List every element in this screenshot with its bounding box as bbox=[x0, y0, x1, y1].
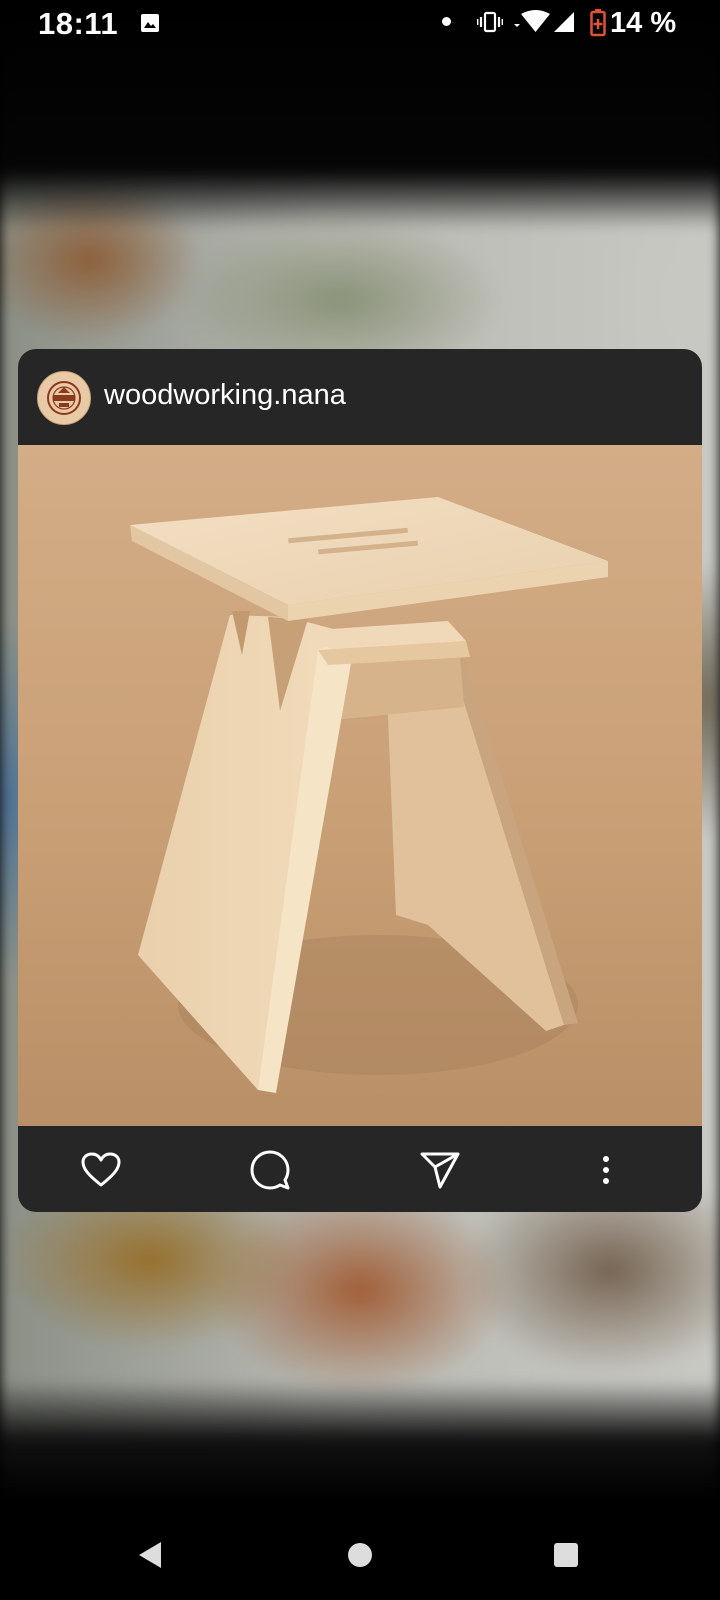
share-icon bbox=[420, 1152, 460, 1189]
profile-avatar[interactable] bbox=[37, 371, 91, 425]
notification-dot bbox=[442, 17, 451, 26]
woodworking-logo-icon bbox=[47, 381, 81, 415]
share-button[interactable] bbox=[418, 1148, 462, 1192]
post-photo[interactable] bbox=[18, 445, 702, 1126]
battery-percent: 14 % bbox=[610, 7, 677, 39]
back-icon bbox=[139, 1542, 161, 1568]
recents-icon bbox=[554, 1543, 578, 1567]
more-icon bbox=[603, 1156, 609, 1184]
nav-back-button[interactable] bbox=[130, 1535, 170, 1575]
signal-icon bbox=[554, 12, 574, 32]
status-bar: 18:11 14 % bbox=[0, 0, 720, 50]
heart-icon bbox=[81, 1152, 121, 1187]
nav-home-button[interactable] bbox=[340, 1535, 380, 1575]
post-header: woodworking.nana bbox=[18, 349, 702, 445]
battery-charging-icon bbox=[590, 9, 606, 37]
comment-icon bbox=[250, 1150, 290, 1190]
post-username[interactable]: woodworking.nana bbox=[104, 379, 346, 412]
post-actions-bar bbox=[18, 1126, 702, 1212]
comment-button[interactable] bbox=[248, 1148, 292, 1192]
more-options-button[interactable] bbox=[584, 1148, 628, 1192]
wifi-icon bbox=[514, 10, 550, 32]
home-icon bbox=[348, 1543, 372, 1567]
nav-recents-button[interactable] bbox=[546, 1535, 586, 1575]
status-time: 18:11 bbox=[38, 6, 119, 41]
vibrate-icon bbox=[477, 11, 503, 33]
gallery-icon bbox=[141, 14, 159, 32]
system-navigation-bar bbox=[0, 1510, 720, 1600]
post-preview-card[interactable]: woodworking.nana bbox=[18, 349, 702, 1212]
like-button[interactable] bbox=[79, 1148, 123, 1192]
